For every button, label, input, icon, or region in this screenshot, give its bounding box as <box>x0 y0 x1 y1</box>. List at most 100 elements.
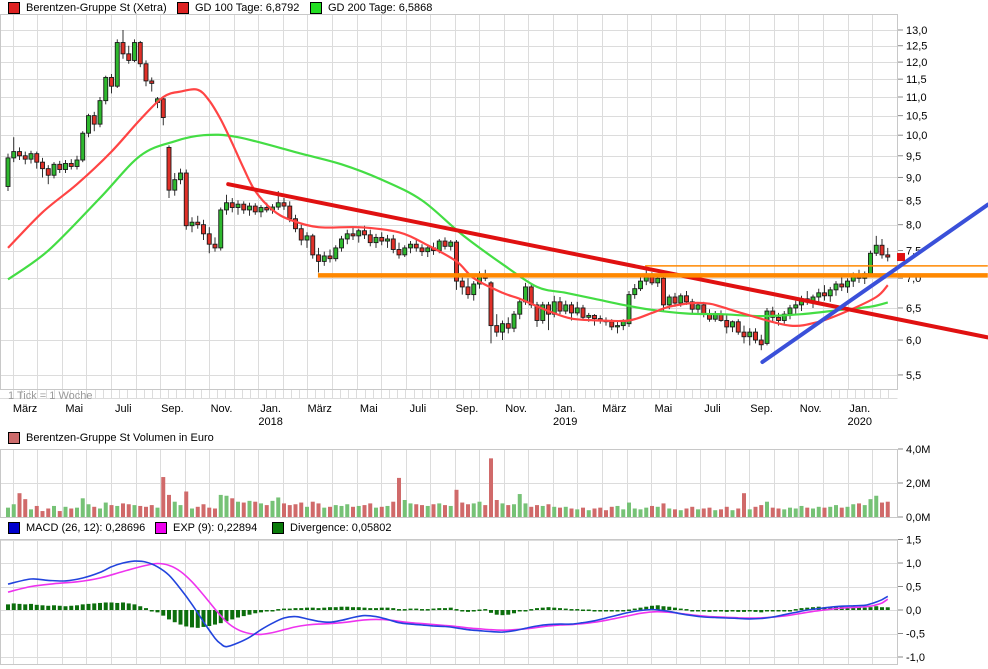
candlesticks <box>5 30 891 351</box>
volume-bar <box>414 504 419 517</box>
month-label: Juli <box>704 403 721 415</box>
histogram-bar <box>57 605 62 610</box>
year-label: 2018 <box>258 416 282 428</box>
candle-up <box>114 42 120 87</box>
histogram-bar <box>500 610 505 616</box>
volume-bar <box>339 505 344 517</box>
candle-up <box>373 236 379 244</box>
svg-text:10,0: 10,0 <box>906 130 927 142</box>
histogram-bar <box>563 608 568 611</box>
histogram-bar <box>885 607 890 610</box>
candle-up <box>666 296 672 306</box>
histogram-bar <box>701 610 706 612</box>
candle-down <box>592 314 597 320</box>
candle-up <box>344 233 350 240</box>
svg-text:-0,5: -0,5 <box>906 629 925 641</box>
volume-bar <box>11 504 16 517</box>
histogram-bar <box>155 610 160 613</box>
candle-down <box>367 234 373 244</box>
histogram-bar <box>690 610 695 612</box>
volume-bar <box>598 507 603 517</box>
histogram-bar <box>586 609 591 612</box>
histogram-bar <box>397 609 401 611</box>
volume-bar <box>678 510 683 517</box>
volume-bar <box>293 504 298 517</box>
svg-text:11,5: 11,5 <box>906 74 927 86</box>
candle-down <box>22 155 28 160</box>
candle-down <box>557 301 563 312</box>
candle-down <box>465 286 471 296</box>
volume-bar <box>540 505 545 517</box>
volume-bar <box>333 505 338 517</box>
histogram-bar <box>569 609 574 611</box>
histogram-bar <box>782 610 787 612</box>
volume-bar <box>17 493 22 517</box>
candle-up <box>189 221 195 227</box>
candle-up <box>333 247 339 260</box>
volume-bar <box>874 495 879 517</box>
volume-bar <box>408 503 413 517</box>
volume-bar <box>845 506 850 517</box>
chart-canvas[interactable]: 13,0 12,5 12,0 11,5 11,0 10,5 10,0 9,5 9,0 8,5 8,0… <box>0 0 988 669</box>
histogram-bar <box>523 610 528 612</box>
volume-bar <box>713 510 718 517</box>
month-label: Jan. <box>849 403 870 415</box>
candle-up <box>586 314 592 318</box>
svg-text:12,0: 12,0 <box>906 57 927 69</box>
volume-bar <box>494 500 499 517</box>
histogram-bar <box>247 610 252 615</box>
volume-bar <box>742 493 746 517</box>
volume-bar <box>299 502 304 517</box>
candle-down <box>419 247 425 253</box>
histogram-bar <box>161 610 166 616</box>
volume-bar <box>770 507 775 517</box>
volume-bar <box>448 505 453 517</box>
histogram-bar <box>575 609 580 611</box>
gd100-color-icon <box>177 2 189 14</box>
histogram-bar <box>437 608 442 610</box>
candle-down <box>580 307 586 318</box>
candle-up <box>28 153 34 160</box>
candle-down <box>143 63 149 82</box>
trendline-support[interactable] <box>760 202 988 365</box>
histogram-bar <box>34 604 39 610</box>
price-legend: Berentzen-Gruppe St (Xetra) GD 100 Tage:… <box>0 2 988 17</box>
trendline-resistance[interactable] <box>226 182 988 340</box>
month-label: Nov. <box>211 403 233 415</box>
histogram-bar <box>207 610 212 626</box>
volume-bar <box>667 508 672 517</box>
histogram-bar <box>236 610 240 618</box>
candle-up <box>436 240 442 252</box>
histogram-bar <box>167 610 171 620</box>
candle-up <box>275 202 281 208</box>
candle-down <box>160 98 166 119</box>
histogram-bar <box>770 610 775 612</box>
volume-bar <box>880 502 884 517</box>
volume-bar <box>765 501 769 517</box>
volume-bar <box>184 491 189 517</box>
volume-bar <box>75 507 79 517</box>
candle-up <box>730 321 735 328</box>
histogram-bar <box>753 610 758 612</box>
histogram-bar <box>420 609 424 611</box>
histogram-bar <box>305 607 309 610</box>
volume-bar <box>109 505 114 517</box>
candle-down <box>362 230 367 236</box>
candle-down <box>91 115 97 125</box>
candle-down <box>264 207 270 211</box>
candle-up <box>86 115 91 134</box>
volume-bar <box>264 505 269 517</box>
volume-bar <box>161 477 166 517</box>
candle-up <box>172 179 178 191</box>
volume-bar <box>287 505 292 517</box>
candle-down <box>753 331 758 341</box>
histogram-bar <box>673 607 677 610</box>
year-label: 2020 <box>848 416 872 428</box>
histogram-bar <box>282 608 286 611</box>
histogram-bar <box>132 604 137 610</box>
legend-divergence: Divergence: 0,05802 <box>272 522 392 534</box>
candle-up <box>632 288 638 296</box>
volume-bar <box>259 503 263 517</box>
candle-down <box>879 244 885 256</box>
macd-label: MACD (26, 12): 0,28696 <box>26 522 146 534</box>
